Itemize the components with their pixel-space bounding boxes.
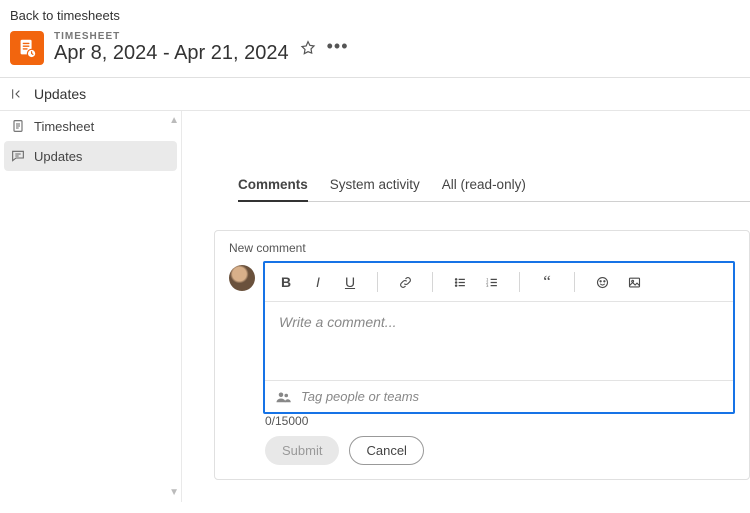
toolbar-separator [432, 272, 433, 292]
sidebar-item-label: Timesheet [34, 119, 94, 134]
favorite-star-button[interactable] [299, 39, 317, 57]
tabs-bar: Comments System activity All (read-only) [238, 171, 750, 202]
svg-text:3: 3 [486, 283, 488, 287]
tab-comments[interactable]: Comments [238, 171, 308, 202]
tag-people-input[interactable]: Tag people or teams [265, 380, 733, 412]
link-button[interactable] [390, 269, 420, 295]
tab-all-readonly[interactable]: All (read-only) [442, 171, 526, 201]
new-comment-label: New comment [229, 241, 735, 255]
left-sidebar: ▲ Timesheet Updates ▼ [0, 111, 182, 502]
toolbar-separator [519, 272, 520, 292]
page-title: Apr 8, 2024 - Apr 21, 2024 [54, 42, 289, 65]
document-icon [10, 118, 26, 134]
image-button[interactable] [619, 269, 649, 295]
rich-text-toolbar: B I U 123 “ [265, 263, 733, 302]
sidebar-item-timesheet[interactable]: Timesheet [0, 111, 181, 141]
more-menu-button[interactable]: ••• [327, 37, 349, 59]
submit-button: Submit [265, 436, 339, 465]
header-eyebrow: TIMESHEET [54, 31, 289, 42]
sidebar-item-updates[interactable]: Updates [4, 141, 177, 171]
sidebar-item-label: Updates [34, 149, 82, 164]
back-link[interactable]: Back to timesheets [10, 8, 120, 23]
emoji-button[interactable] [587, 269, 617, 295]
comment-editor[interactable]: B I U 123 “ Write a comment [263, 261, 735, 414]
scroll-down-hint-icon: ▼ [169, 487, 179, 498]
toolbar-separator [574, 272, 575, 292]
blockquote-button[interactable]: “ [532, 269, 562, 295]
user-avatar [229, 265, 255, 291]
new-comment-card: New comment B I U 123 “ [214, 230, 750, 480]
breadcrumb: Updates [0, 78, 750, 110]
numbered-list-button[interactable]: 123 [477, 269, 507, 295]
toolbar-separator [377, 272, 378, 292]
underline-button[interactable]: U [335, 269, 365, 295]
scroll-up-hint-icon: ▲ [169, 115, 179, 126]
bold-button[interactable]: B [271, 269, 301, 295]
people-icon [275, 390, 293, 404]
speech-bubble-icon [10, 148, 26, 164]
italic-button[interactable]: I [303, 269, 333, 295]
cancel-button[interactable]: Cancel [349, 436, 423, 465]
collapse-panel-icon[interactable] [10, 86, 26, 102]
bullet-list-button[interactable] [445, 269, 475, 295]
timesheet-doc-icon [10, 31, 44, 65]
tag-placeholder: Tag people or teams [301, 389, 419, 404]
tab-system-activity[interactable]: System activity [330, 171, 420, 201]
breadcrumb-label: Updates [34, 86, 86, 102]
char-counter: 0/15000 [265, 414, 735, 428]
comment-textarea[interactable]: Write a comment... [265, 302, 733, 380]
